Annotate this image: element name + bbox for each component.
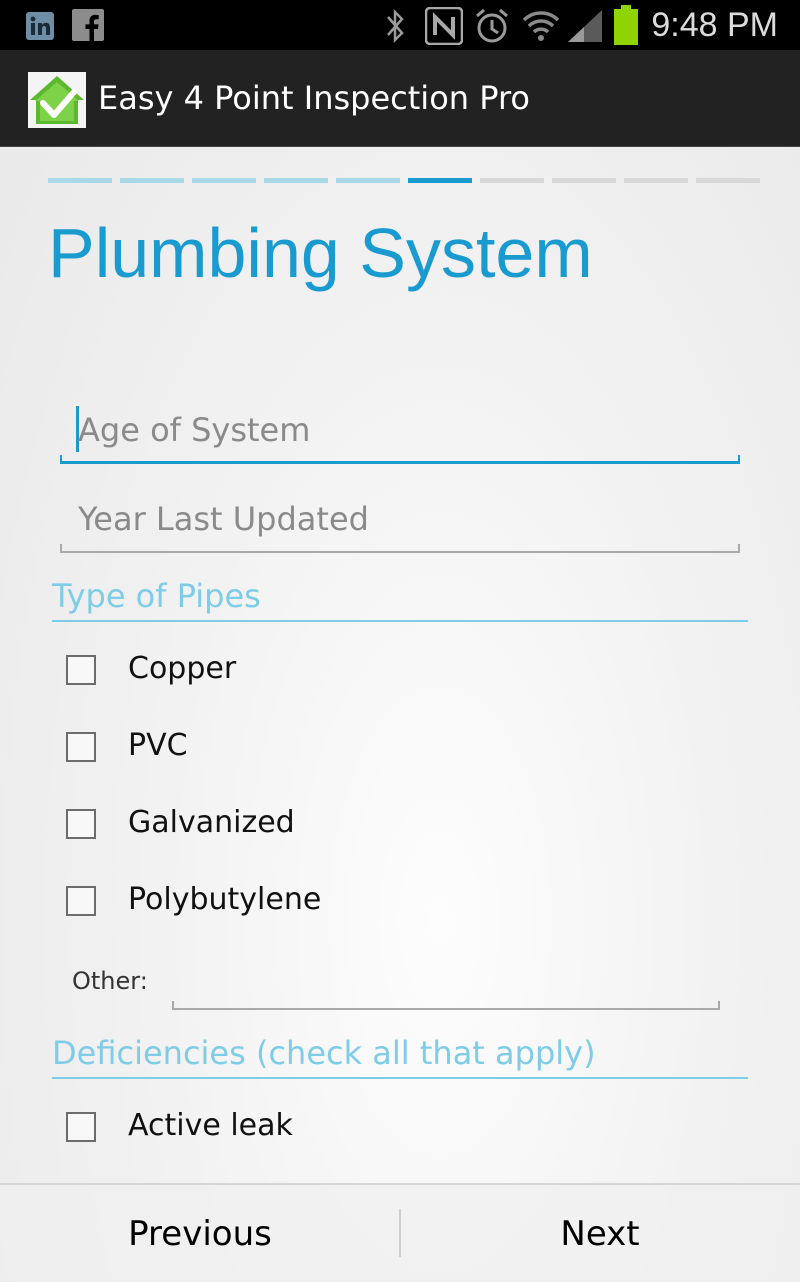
other-label: Other: xyxy=(72,967,148,995)
checkbox-active-leak[interactable]: Active leak xyxy=(66,1105,666,1155)
checkbox-copper[interactable]: Copper xyxy=(66,648,666,698)
checkbox-label: Polybutylene xyxy=(128,882,322,917)
progress-segment xyxy=(264,178,328,183)
house-checkmark-icon[interactable] xyxy=(28,72,86,132)
checkbox[interactable] xyxy=(66,809,96,839)
progress-segment xyxy=(408,178,472,183)
field-underline xyxy=(172,1001,720,1010)
type-of-pipes-heading: Type of Pipes xyxy=(52,576,748,622)
age-of-system-field[interactable] xyxy=(60,400,740,464)
progress-segment xyxy=(696,178,760,183)
checkbox[interactable] xyxy=(66,886,96,916)
checkbox-pvc[interactable]: PVC xyxy=(66,725,666,775)
other-pipe-type-input[interactable] xyxy=(172,960,724,1008)
progress-segment xyxy=(48,178,112,183)
bluetooth-icon xyxy=(384,8,406,44)
field-underline xyxy=(60,455,740,464)
checkbox-polybutylene[interactable]: Polybutylene xyxy=(66,879,666,929)
age-of-system-input[interactable] xyxy=(60,400,740,460)
status-bar: 9:48 PM xyxy=(0,0,800,50)
nfc-icon xyxy=(424,6,464,46)
checkbox[interactable] xyxy=(66,655,96,685)
progress-segment xyxy=(336,178,400,183)
checkbox-label: Copper xyxy=(128,651,237,686)
signal-icon xyxy=(566,8,604,44)
page-title: Plumbing System xyxy=(48,214,593,292)
checkbox[interactable] xyxy=(66,1112,96,1142)
linkedin-icon xyxy=(26,12,54,40)
year-last-updated-input[interactable] xyxy=(60,489,740,549)
action-bar: Easy 4 Point Inspection Pro xyxy=(0,50,800,147)
checkbox-label: Galvanized xyxy=(128,805,295,840)
facebook-icon xyxy=(72,9,104,41)
alarm-icon xyxy=(474,7,510,45)
progress-segment xyxy=(120,178,184,183)
deficiencies-heading: Deficiencies (check all that apply) xyxy=(52,1033,748,1079)
next-button[interactable]: Next xyxy=(400,1185,800,1282)
bottom-navigation: Previous Next xyxy=(0,1183,800,1282)
progress-segment xyxy=(480,178,544,183)
other-pipe-type-field[interactable] xyxy=(172,960,724,1010)
status-time: 9:48 PM xyxy=(651,6,778,44)
app-title: Easy 4 Point Inspection Pro xyxy=(98,79,530,117)
checkbox[interactable] xyxy=(66,732,96,762)
progress-segment xyxy=(624,178,688,183)
progress-segment xyxy=(552,178,616,183)
checkbox-label: Active leak xyxy=(128,1108,293,1143)
step-progress xyxy=(48,178,760,183)
wifi-icon xyxy=(522,8,560,44)
previous-button[interactable]: Previous xyxy=(0,1185,400,1282)
field-underline xyxy=(60,544,740,553)
year-last-updated-field[interactable] xyxy=(60,489,740,553)
battery-icon xyxy=(613,5,639,45)
progress-segment xyxy=(192,178,256,183)
checkbox-label: PVC xyxy=(128,728,188,763)
checkbox-galvanized[interactable]: Galvanized xyxy=(66,802,666,852)
